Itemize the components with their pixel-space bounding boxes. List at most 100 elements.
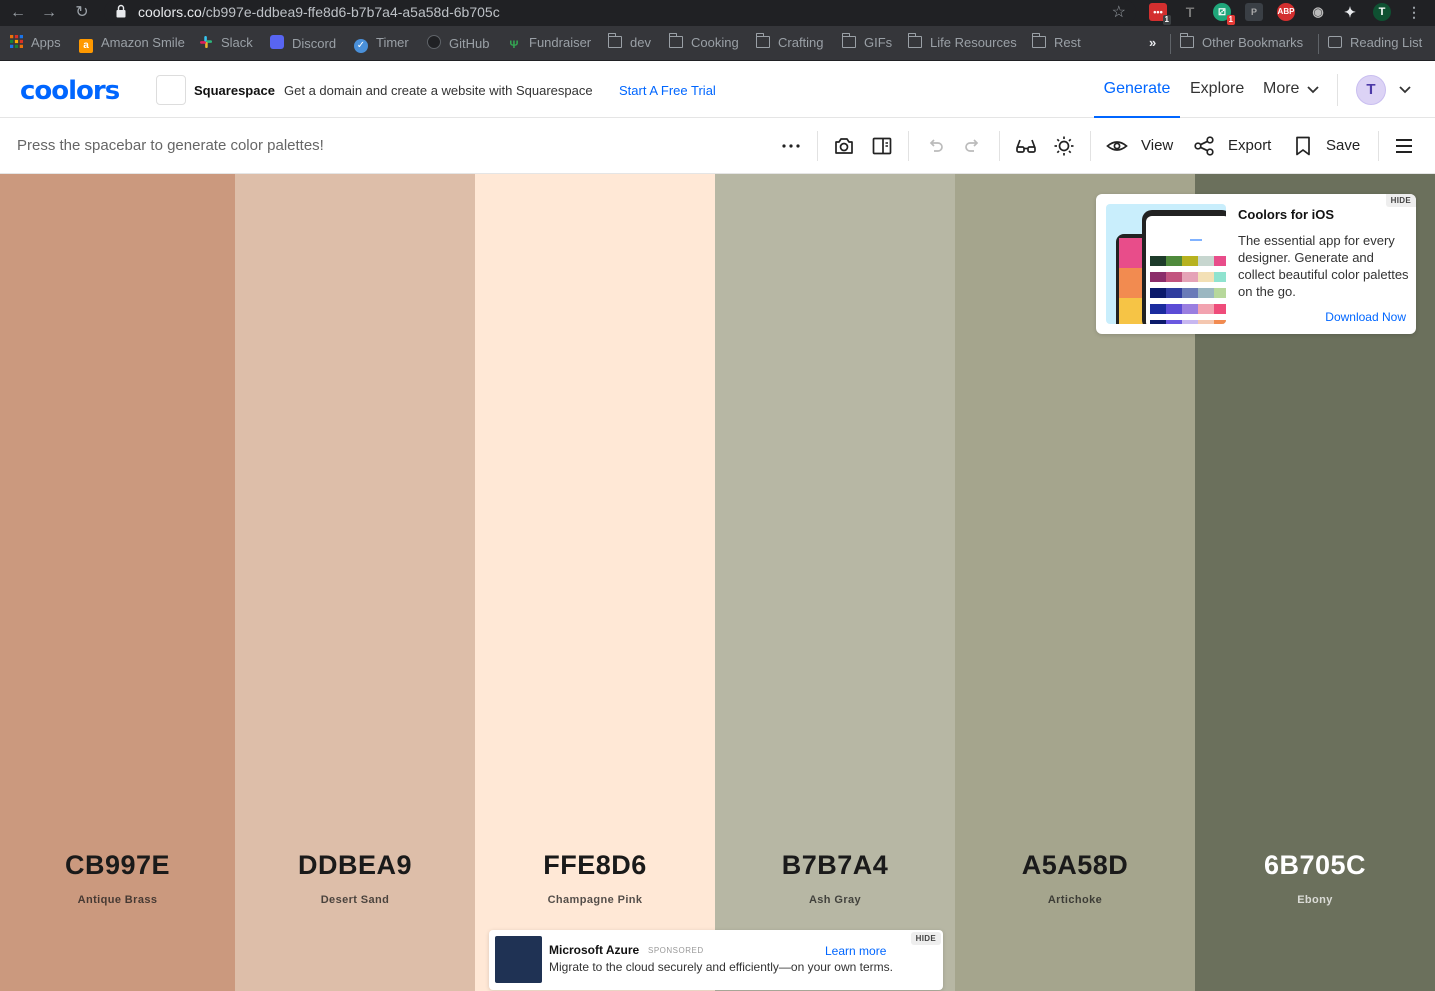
bookmark-folder-crafting[interactable]: Crafting (755, 33, 824, 53)
extension-owl-icon[interactable]: ◉ (1309, 3, 1327, 21)
swatch-hex-code[interactable]: DDBEA9 (235, 850, 475, 881)
side-panel-icon[interactable] (870, 134, 894, 158)
chevron-down-icon[interactable] (1398, 82, 1412, 96)
bookmark-star-icon[interactable]: ☆ (1112, 2, 1126, 22)
bookmark-apps[interactable]: Apps (10, 35, 61, 53)
header-ad-text: Get a domain and create a website with S… (284, 83, 593, 98)
color-swatch[interactable]: FFE8D6 Champagne Pink (475, 174, 715, 991)
coolors-logo[interactable]: coolors (20, 76, 120, 106)
address-bar[interactable]: coolors.co/cb997e-ddbea9-ffe8d6-b7b7a4-a… (104, 0, 1136, 24)
swatch-color-name[interactable]: Desert Sand (235, 894, 475, 906)
ios-promo-title: Coolors for iOS (1238, 207, 1335, 222)
folder-icon (907, 33, 922, 48)
bookmark-amazon-smile[interactable]: a Amazon Smile (79, 35, 185, 53)
header-ad-brand[interactable]: Squarespace (194, 83, 275, 98)
reading-list-button[interactable]: Reading List (1328, 35, 1422, 53)
view-button[interactable]: View (1141, 137, 1173, 154)
undo-icon[interactable] (923, 134, 947, 158)
folder-icon (1179, 33, 1194, 48)
extension-t-icon[interactable]: T (1181, 3, 1199, 21)
hide-promo-button[interactable]: HIDE (1385, 194, 1416, 207)
bookmark-icon[interactable] (1291, 134, 1315, 158)
forward-icon[interactable]: → (39, 3, 59, 23)
redo-icon[interactable] (961, 134, 985, 158)
folder-icon (668, 33, 683, 48)
url-text: coolors.co/cb997e-ddbea9-ffe8d6-b7b7a4-a… (138, 4, 500, 20)
bookmarks-overflow-button[interactable]: » (1149, 35, 1156, 53)
extension-p-icon[interactable]: P (1245, 3, 1263, 21)
user-avatar[interactable]: T (1356, 75, 1386, 105)
app-header: coolors Squarespace Get a domain and cre… (0, 62, 1435, 118)
bookmark-fundraiser[interactable]: Ψ Fundraiser (507, 35, 592, 53)
folder-icon (841, 33, 856, 48)
discord-icon (270, 35, 284, 49)
swatch-color-name[interactable]: Ash Gray (715, 894, 955, 906)
profile-avatar-icon[interactable]: T (1373, 3, 1391, 21)
more-options-icon[interactable] (779, 134, 803, 158)
bookmark-timer[interactable]: ✓ Timer (354, 35, 409, 53)
save-button[interactable]: Save (1326, 137, 1360, 154)
camera-icon[interactable] (832, 134, 856, 158)
nav-explore[interactable]: Explore (1190, 80, 1244, 98)
github-icon (427, 35, 441, 49)
browser-menu-icon[interactable]: ⋮ (1405, 3, 1423, 21)
lock-icon (116, 4, 126, 18)
reload-icon[interactable]: ↻ (72, 3, 92, 23)
chevron-down-icon[interactable] (1306, 82, 1320, 96)
bookmark-discord[interactable]: Discord (270, 35, 336, 53)
swatch-hex-code[interactable]: B7B7A4 (715, 850, 955, 881)
adblock-plus-icon[interactable]: ABP (1277, 3, 1295, 21)
azure-ad-title: Microsoft Azure (549, 943, 640, 957)
folder-icon (607, 33, 622, 48)
swatch-hex-code[interactable]: A5A58D (955, 850, 1195, 881)
export-button[interactable]: Export (1228, 137, 1271, 154)
sponsored-label: SPONSORED (648, 946, 704, 955)
swatch-color-name[interactable]: Ebony (1195, 894, 1435, 906)
toolbar-divider (908, 131, 909, 161)
bookmark-slack[interactable]: Slack (199, 35, 253, 53)
swatch-hex-code[interactable]: FFE8D6 (475, 850, 715, 881)
azure-sponsored-ad[interactable]: HIDE Microsoft Azure SPONSORED Learn mor… (489, 930, 943, 990)
nav-more[interactable]: More (1263, 80, 1299, 98)
nav-generate[interactable]: Generate (1094, 62, 1180, 118)
bookmark-other-bookmarks[interactable]: Other Bookmarks (1179, 33, 1303, 53)
color-swatch[interactable]: DDBEA9 Desert Sand (235, 174, 475, 991)
palette-toolbar: Press the spacebar to generate color pal… (0, 119, 1435, 174)
bookmarks-divider (1318, 34, 1319, 54)
bookmark-folder-rest[interactable]: Rest (1031, 33, 1081, 53)
download-now-link[interactable]: Download Now (1325, 310, 1406, 324)
swatch-color-name[interactable]: Champagne Pink (475, 894, 715, 906)
glasses-icon[interactable] (1014, 134, 1038, 158)
amazon-icon: a (79, 39, 93, 53)
azure-ad-image (495, 936, 542, 983)
bookmark-github[interactable]: GitHub (427, 35, 489, 53)
swatch-hex-code[interactable]: CB997E (0, 850, 235, 881)
hide-ad-button[interactable]: HIDE (910, 932, 941, 945)
header-divider (1337, 74, 1338, 106)
back-icon[interactable]: ← (8, 3, 28, 23)
azure-ad-description: Migrate to the cloud securely and effici… (549, 960, 893, 974)
squarespace-ad-logo[interactable] (156, 75, 186, 105)
share-icon[interactable] (1192, 134, 1216, 158)
color-swatch[interactable]: CB997E Antique Brass (0, 174, 235, 991)
reading-list-icon (1328, 36, 1342, 48)
swatch-color-name[interactable]: Antique Brass (0, 894, 235, 906)
extension-todo-icon[interactable]: ••• 1 (1149, 3, 1171, 25)
learn-more-link[interactable]: Learn more (825, 944, 886, 958)
timer-check-icon: ✓ (354, 39, 368, 53)
extension-green-icon[interactable]: ⚂ 1 (1213, 3, 1235, 25)
bookmark-folder-cooking[interactable]: Cooking (668, 33, 739, 53)
extensions-puzzle-icon[interactable]: ✦ (1341, 3, 1359, 21)
toolbar-divider (817, 131, 818, 161)
color-swatch[interactable]: B7B7A4 Ash Gray (715, 174, 955, 991)
bookmark-folder-gifs[interactable]: GIFs (841, 33, 892, 53)
bookmark-folder-life-resources[interactable]: Life Resources (907, 33, 1017, 53)
swatch-hex-code[interactable]: 6B705C (1195, 850, 1435, 881)
eye-icon[interactable] (1105, 134, 1129, 158)
bookmark-folder-dev[interactable]: dev (607, 33, 651, 53)
swatch-color-name[interactable]: Artichoke (955, 894, 1195, 906)
hamburger-menu-icon[interactable] (1392, 134, 1416, 158)
slack-icon (200, 36, 212, 48)
brightness-icon[interactable] (1052, 134, 1076, 158)
header-ad-link[interactable]: Start A Free Trial (619, 83, 716, 98)
